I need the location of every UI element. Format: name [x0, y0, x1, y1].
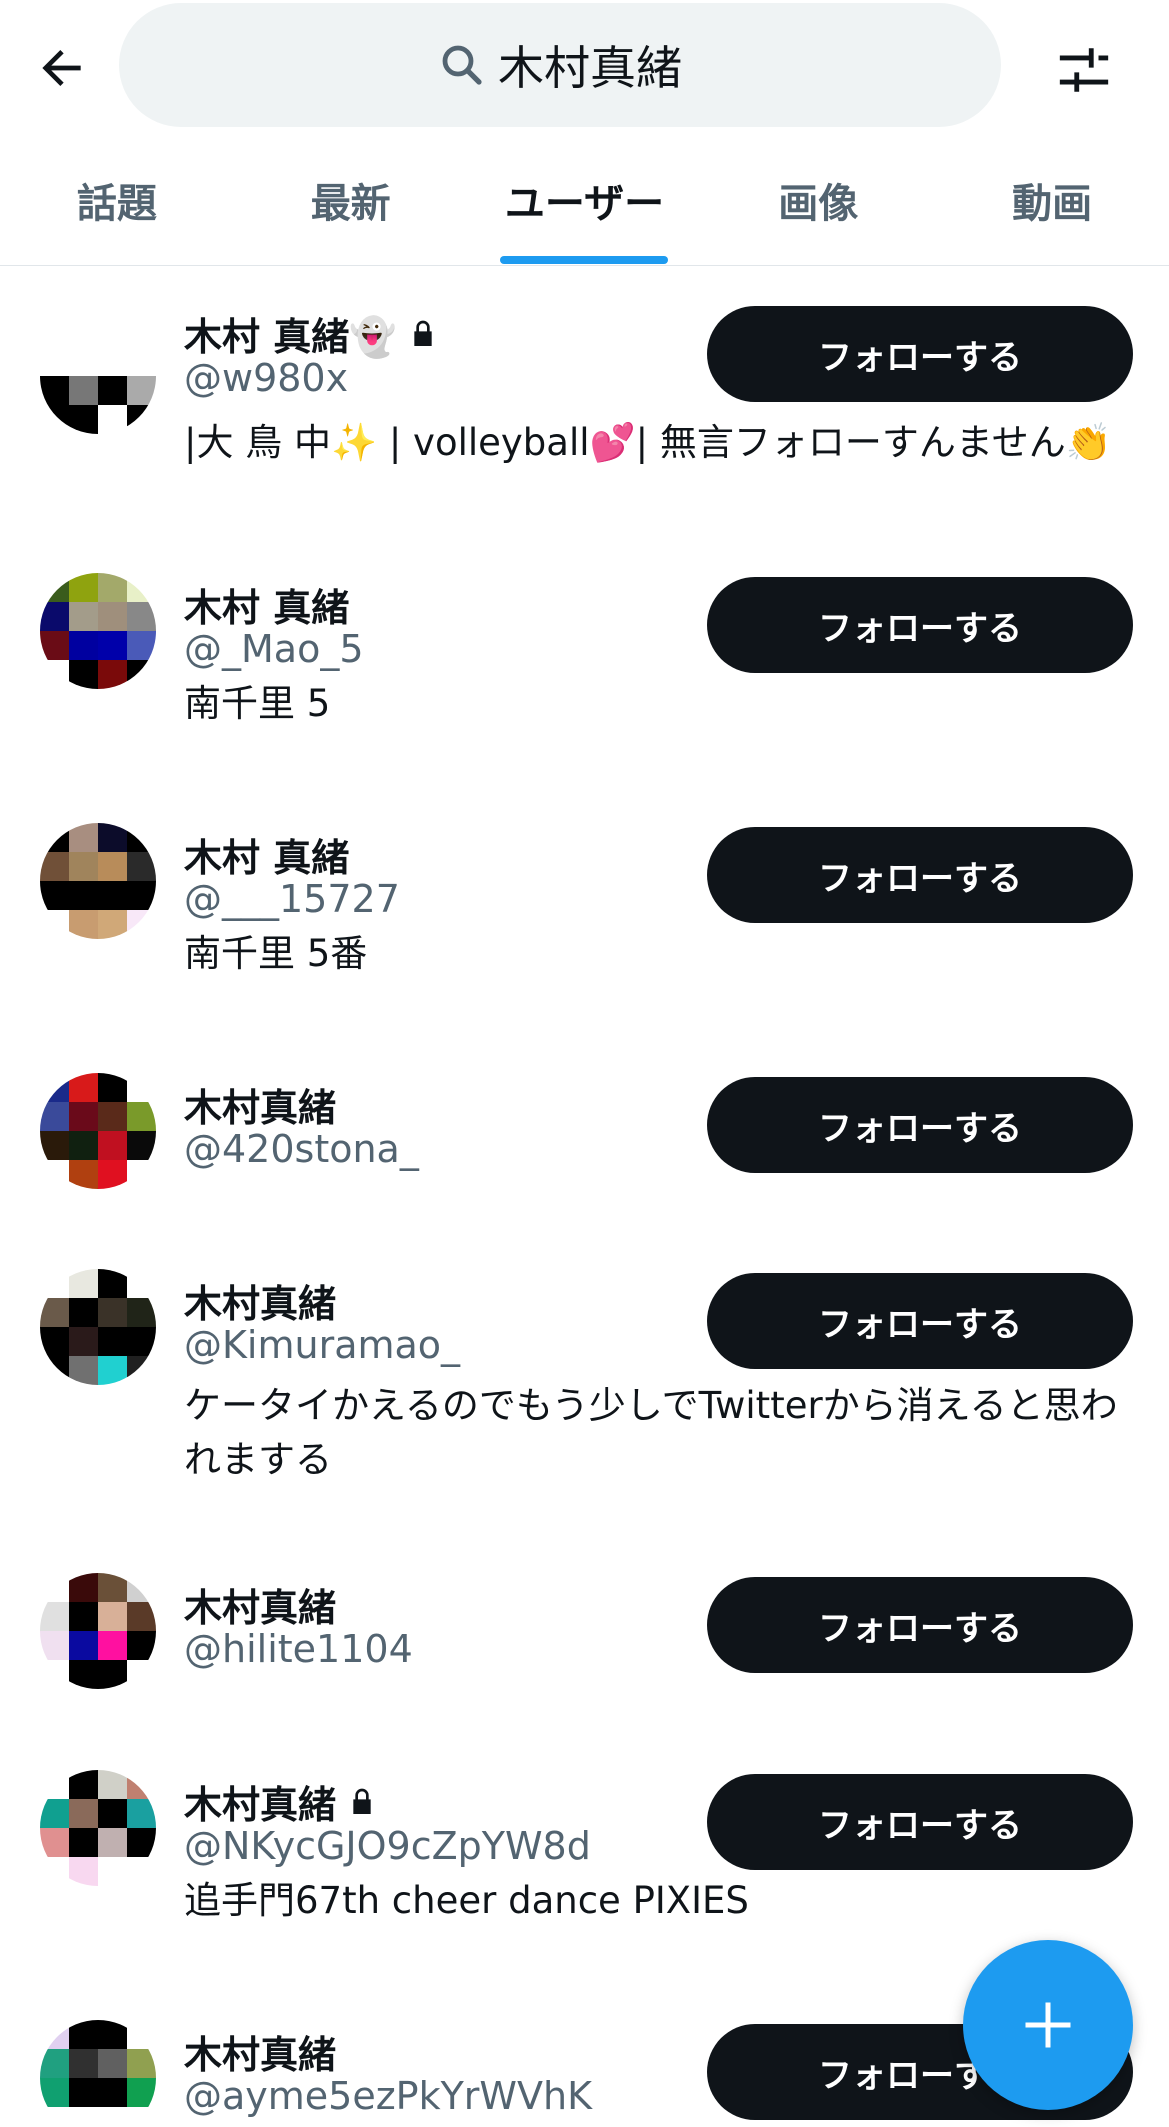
user-name: 木村真緒 [184, 2033, 337, 2077]
avatar[interactable] [40, 1269, 156, 1385]
tab-images[interactable]: 画像 [701, 150, 935, 250]
follow-button[interactable]: フォローする [707, 1273, 1133, 1369]
user-name-line: 木村 真緒 [184, 827, 349, 882]
user-name-line: 木村 真緒👻 [184, 306, 439, 361]
search-input[interactable]: 木村真緒 [119, 3, 1001, 127]
filter-button[interactable] [1052, 38, 1116, 102]
tab-label: 話題 [76, 181, 157, 227]
user-handle: @Kimuramao_ [184, 1323, 461, 1367]
follow-button[interactable]: フォローする [707, 577, 1133, 673]
user-handle: @NKycGJO9cZpYW8d [184, 1824, 591, 1868]
tab-users[interactable]: ユーザー [468, 150, 702, 264]
lock-icon [413, 320, 432, 346]
user-name: 木村 真緒 [184, 836, 350, 880]
user-bio: |大 鳥 中✨ | volleyball💕| 無言フォローすんません👏 [184, 421, 1112, 464]
user-name-line: 木村真緒 [184, 1577, 336, 1632]
tab-label: 画像 [778, 181, 859, 227]
follow-button[interactable]: フォローする [707, 306, 1133, 402]
avatar[interactable] [40, 823, 156, 939]
user-bio: ケータイかえるのでもう少しでTwitterから消えると思われまする [184, 1384, 1118, 1481]
user-name-line: 木村真緒 [184, 2024, 336, 2079]
follow-button[interactable]: フォローする [707, 1077, 1133, 1173]
user-bio: 追手門67th cheer dance PIXIES [184, 1879, 749, 1922]
user-name-line: 木村 真緒 [184, 577, 349, 632]
follow-button[interactable]: フォローする [707, 1577, 1133, 1673]
sliders-icon [1059, 48, 1109, 92]
search-query: 木村真緒 [498, 41, 682, 95]
user-name: 木村 真緒👻 [184, 315, 397, 359]
user-name: 木村真緒 [184, 1586, 337, 1630]
search-header: 木村真緒 話題 最新 ユーザー 画像 動画 [0, 0, 1169, 266]
user-handle: @hilite1104 [184, 1627, 413, 1671]
plus-icon [1025, 2002, 1071, 2048]
user-bio: 南千里 5 [184, 682, 331, 725]
user-handle: @420stona_ [184, 1127, 419, 1171]
active-tab-indicator [500, 256, 669, 264]
avatar[interactable] [40, 1573, 156, 1689]
tab-latest[interactable]: 最新 [234, 150, 468, 250]
avatar[interactable] [40, 1073, 156, 1189]
follow-button[interactable]: フォローする [707, 827, 1133, 923]
lock-icon [353, 1788, 371, 1814]
tab-topics[interactable]: 話題 [0, 150, 234, 250]
search-tabs: 話題 最新 ユーザー 画像 動画 [0, 150, 1169, 266]
avatar[interactable] [40, 2020, 156, 2127]
search-icon [442, 45, 482, 85]
tab-label: ユーザー [504, 181, 665, 227]
compose-button[interactable] [963, 1940, 1133, 2110]
user-handle: @ayme5ezPkYrWVhK [184, 2074, 592, 2118]
avatar[interactable] [40, 318, 156, 434]
user-name: 木村真緒 [184, 1783, 337, 1827]
tab-label: 動画 [1012, 181, 1093, 227]
user-name-line: 木村真緒 [184, 1273, 336, 1328]
follow-button[interactable]: フォローする [707, 1774, 1133, 1870]
tab-label: 最新 [310, 181, 391, 227]
user-name: 木村 真緒 [184, 586, 350, 630]
user-handle: @___15727 [184, 877, 400, 921]
user-handle: @_Mao_5 [184, 627, 364, 671]
user-name: 木村真緒 [184, 1282, 337, 1326]
user-bio: 南千里 5番 [184, 932, 368, 975]
user-name-line: 木村真緒 [184, 1774, 378, 1829]
back-button[interactable] [30, 36, 94, 100]
user-handle: @w980x [184, 356, 349, 400]
avatar[interactable] [40, 573, 156, 689]
avatar[interactable] [40, 1770, 156, 1886]
arrow-left-icon [42, 50, 81, 86]
user-name-line: 木村真緒 [184, 1077, 336, 1132]
user-name: 木村真緒 [184, 1086, 337, 1130]
tab-videos[interactable]: 動画 [935, 150, 1169, 250]
